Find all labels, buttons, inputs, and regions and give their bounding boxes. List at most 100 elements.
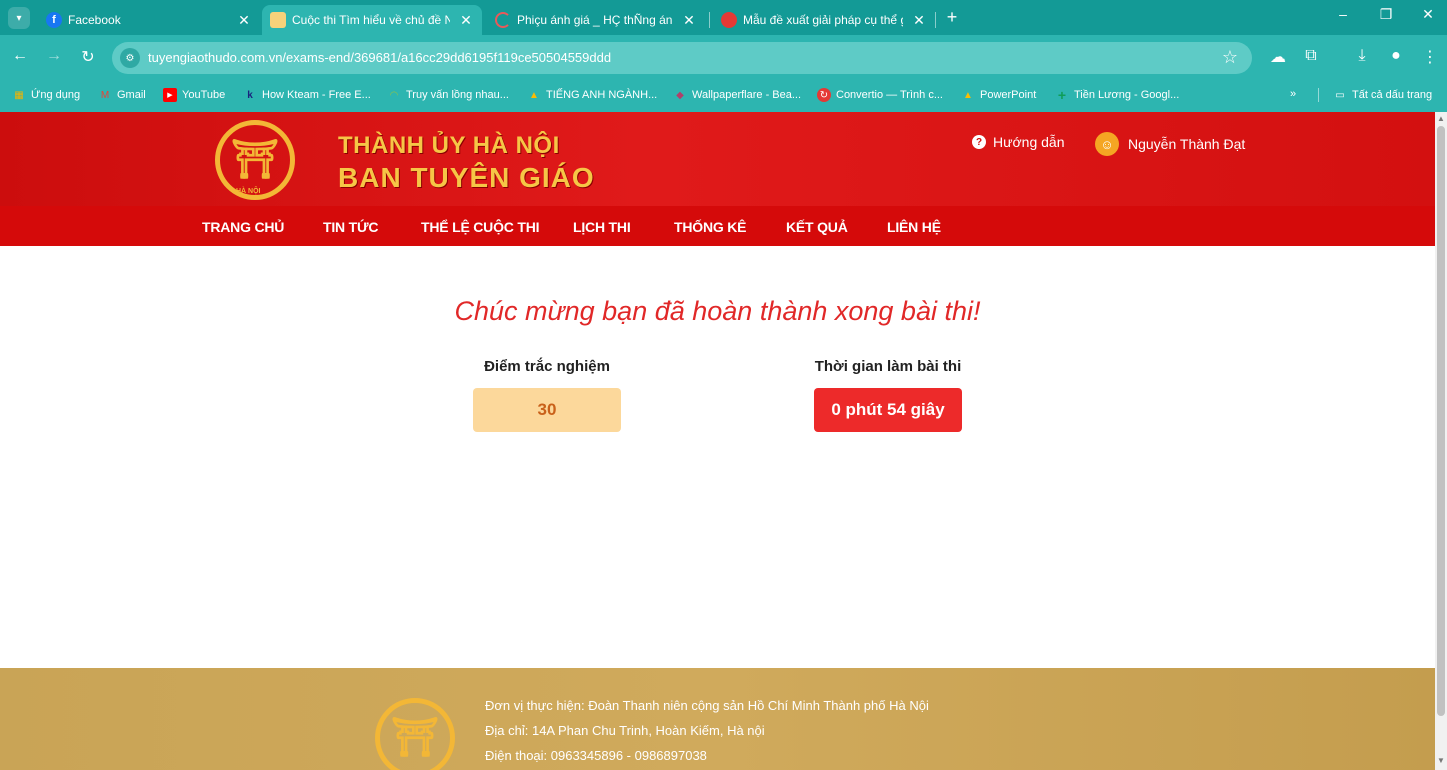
- bookmark-label: Convertio — Trình c...: [836, 89, 943, 101]
- gate-emblem-icon: ⛩: [230, 139, 280, 181]
- back-icon[interactable]: ←: [9, 47, 31, 65]
- scroll-up-icon[interactable]: ▲: [1437, 114, 1445, 123]
- query-icon: ◠: [389, 89, 399, 101]
- close-icon[interactable]: ✕: [911, 12, 927, 29]
- nav-trang-chu[interactable]: TRANG CHỦ: [202, 219, 284, 235]
- chevron-double-right-icon: »: [1290, 88, 1297, 100]
- tab-facebook[interactable]: f Facebook ✕: [38, 5, 260, 35]
- footer-logo: ⛩: [375, 698, 455, 770]
- org-name-line1: THÀNH ỦY HÀ NỘI: [338, 132, 560, 159]
- nav-lich-thi[interactable]: LỊCH THI: [573, 219, 631, 235]
- extensions-icon[interactable]: ⧉: [1300, 47, 1322, 65]
- nav-tin-tuc[interactable]: TIN TỨC: [323, 219, 379, 235]
- bookmark-item[interactable]: ▲ PowerPoint: [961, 88, 1036, 102]
- gmail-icon: M: [100, 89, 110, 101]
- scroll-down-icon[interactable]: ▼: [1437, 756, 1445, 765]
- bookmark-label: YouTube: [182, 89, 226, 101]
- loading-icon: [495, 12, 511, 28]
- bookmark-label: Ứng dụng: [31, 89, 81, 101]
- drive-icon: ▲: [963, 89, 973, 101]
- close-icon[interactable]: ✕: [458, 12, 474, 29]
- kteam-icon: k: [247, 89, 253, 101]
- bookmark-label: How Kteam - Free E...: [262, 89, 371, 101]
- more-bookmarks-button[interactable]: »: [1290, 88, 1296, 100]
- chevron-down-icon: ▾: [16, 12, 22, 24]
- wallpaper-icon: ◆: [676, 89, 684, 101]
- bookmark-item[interactable]: k How Kteam - Free E...: [243, 88, 371, 102]
- close-icon[interactable]: ✕: [236, 12, 252, 29]
- bookmark-item[interactable]: ▲ TIẾNG ANH NGÀNH...: [527, 88, 657, 102]
- new-tab-button[interactable]: +: [942, 7, 962, 28]
- logo-subtext: HÀ NỘI: [236, 188, 261, 195]
- facebook-icon: f: [46, 12, 62, 28]
- nav-ket-qua[interactable]: KẾT QUẢ: [786, 219, 848, 235]
- close-window-icon[interactable]: ✕: [1418, 6, 1438, 23]
- nav-thong-ke[interactable]: THỐNG KÊ: [674, 219, 746, 235]
- download-icon[interactable]: ⤓: [1351, 47, 1373, 65]
- site-icon: [270, 12, 286, 28]
- bookmark-item[interactable]: + Tiền Lương - Googl...: [1055, 87, 1180, 103]
- help-label: Hướng dẫn: [993, 134, 1065, 150]
- url-text: tuyengiaothudo.com.vn/exams-end/369681/a…: [148, 50, 612, 65]
- address-bar[interactable]: ⚙ tuyengiaothudo.com.vn/exams-end/369681…: [112, 42, 1252, 74]
- question-icon: ?: [972, 135, 986, 149]
- tab-solution[interactable]: Mẫu đề xuất giải pháp cụ thể g ✕: [713, 5, 935, 35]
- forward-icon[interactable]: →: [43, 47, 65, 65]
- folder-icon: ▭: [1335, 89, 1345, 101]
- web-page: ⛩ HÀ NỘI THÀNH ỦY HÀ NỘI BAN TUYÊN GIÁO …: [0, 112, 1435, 770]
- org-name-line2: BAN TUYÊN GIÁO: [338, 162, 595, 193]
- footer-address: Địa chỉ: 14A Phan Chu Trinh, Hoàn Kiếm, …: [485, 723, 765, 738]
- browser-toolbar: ← → ↻ ⚙ tuyengiaothudo.com.vn/exams-end/…: [0, 35, 1447, 81]
- site-info-icon[interactable]: ⚙: [120, 48, 140, 68]
- footer-phone: Điện thoại: 0963345896 - 0986897038: [485, 748, 707, 763]
- footer-unit: Đơn vị thực hiện: Đoàn Thanh niên cộng s…: [485, 698, 929, 713]
- user-avatar-icon: ☺: [1095, 132, 1119, 156]
- scroll-thumb[interactable]: [1437, 126, 1445, 716]
- tab-contest[interactable]: Cuộc thi Tìm hiểu về chủ đề Ng ✕: [262, 5, 482, 35]
- minimize-icon[interactable]: –: [1333, 6, 1353, 22]
- bookmark-label: TIẾNG ANH NGÀNH...: [546, 89, 658, 101]
- tab-title: Cuộc thi Tìm hiểu về chủ đề Ng: [292, 13, 450, 27]
- bookmark-label: Truy vấn lồng nhau...: [406, 89, 509, 101]
- bookmark-item[interactable]: ▶ YouTube: [163, 88, 225, 102]
- profile-avatar-icon[interactable]: ●: [1385, 47, 1407, 65]
- youtube-icon: ▶: [163, 88, 177, 102]
- site-header: ⛩ HÀ NỘI THÀNH ỦY HÀ NỘI BAN TUYÊN GIÁO …: [0, 112, 1435, 206]
- bookmark-item[interactable]: ▦ Ứng dụng: [12, 88, 80, 102]
- bookmark-item[interactable]: ↻ Convertio — Trình c...: [817, 88, 943, 102]
- bookmarks-bar: ▦ Ứng dụng M Gmail ▶ YouTube k How Kteam - F…: [0, 81, 1447, 112]
- time-label: Thời gian làm bài thi: [814, 358, 962, 375]
- all-bookmarks-label: Tất cả dấu trang: [1352, 89, 1433, 101]
- sheets-plus-icon: +: [1057, 87, 1067, 103]
- help-link[interactable]: ? Hướng dẫn: [972, 134, 1064, 150]
- congrats-heading: Chúc mừng bạn đã hoàn thành xong bài thi…: [454, 296, 981, 326]
- nav-the-le[interactable]: THỂ LỆ CUỘC THI: [421, 219, 540, 235]
- bookmark-item[interactable]: ◆ Wallpaperflare - Bea...: [673, 88, 801, 102]
- score-value: 30: [473, 388, 621, 432]
- bookmark-item[interactable]: M Gmail: [98, 88, 146, 102]
- user-name: Nguyễn Thành Đạt: [1128, 136, 1246, 152]
- tab-title: Facebook: [68, 13, 121, 27]
- tab-separator: [935, 12, 936, 28]
- bookmark-item[interactable]: ◠ Truy vấn lồng nhau...: [387, 88, 509, 102]
- convertio-icon: ↻: [817, 88, 831, 102]
- bookmark-star-icon[interactable]: ☆: [1222, 47, 1238, 68]
- drive-icon: ▲: [529, 89, 539, 101]
- tab-title: Mẫu đề xuất giải pháp cụ thể g: [743, 13, 903, 27]
- gate-emblem-icon: ⛩: [390, 717, 440, 759]
- close-icon[interactable]: ✕: [681, 12, 697, 29]
- bookmark-label: Tiền Lương - Googl...: [1074, 89, 1180, 101]
- page-scrollbar[interactable]: ▲ ▼: [1435, 112, 1447, 770]
- menu-dots-icon[interactable]: ⋮: [1419, 47, 1441, 67]
- tab-title: Phiçu ánh giá _ HÇ thÑng ánh g: [517, 13, 673, 27]
- tab-evaluation[interactable]: Phiçu ánh giá _ HÇ thÑng ánh g ✕: [487, 5, 705, 35]
- all-bookmarks-button[interactable]: ▭ Tất cả dấu trang: [1318, 88, 1432, 102]
- user-menu[interactable]: ☺ Nguyễn Thành Đạt: [1095, 132, 1245, 156]
- nav-lien-he[interactable]: LIÊN HỆ: [887, 219, 941, 235]
- tab-search-button[interactable]: ▾: [8, 7, 30, 29]
- tab-separator: [709, 12, 710, 28]
- cloud-icon[interactable]: ☁: [1267, 47, 1289, 67]
- reload-icon[interactable]: ↻: [77, 47, 99, 67]
- restore-icon[interactable]: ❐: [1376, 6, 1396, 23]
- apps-grid-icon: ▦: [14, 89, 24, 101]
